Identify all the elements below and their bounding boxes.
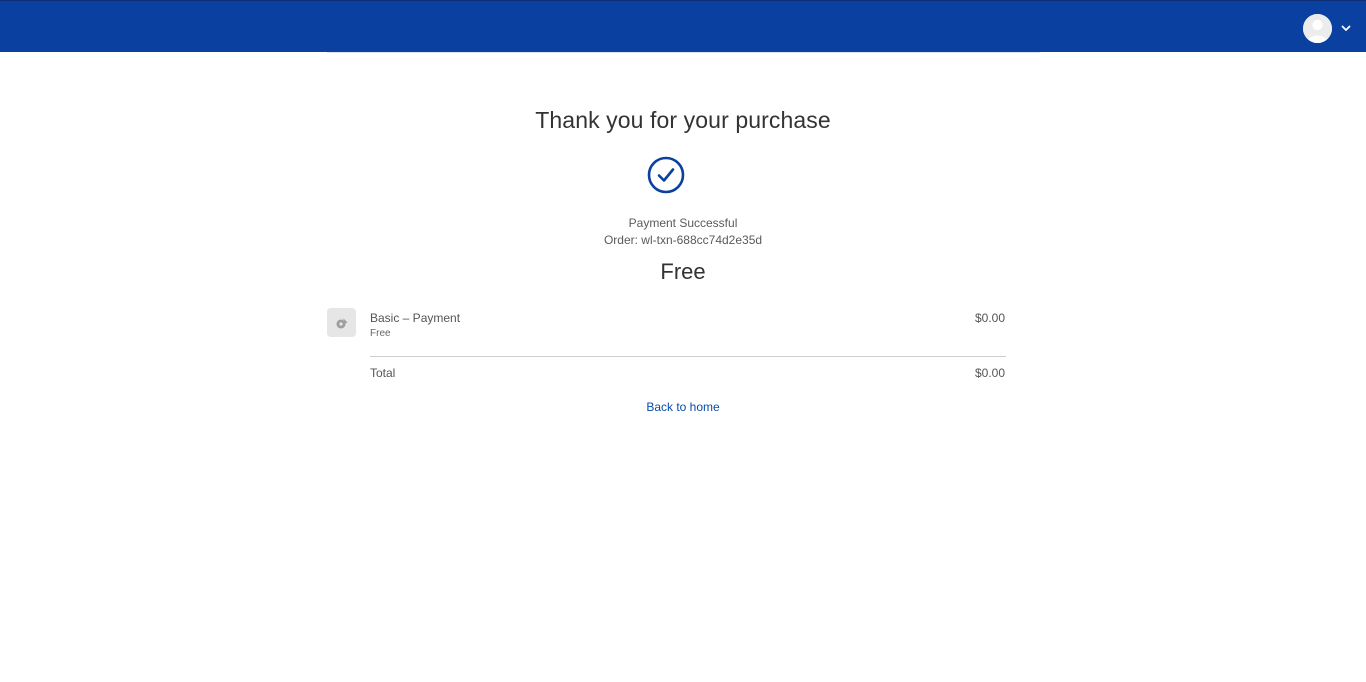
page-title: Thank you for your purchase — [535, 107, 831, 133]
product-placeholder-icon — [327, 308, 356, 337]
price-label: Free — [660, 259, 706, 284]
chevron-down-icon[interactable] — [1340, 22, 1352, 34]
total-value: $0.00 — [974, 366, 1005, 380]
payment-status-text: Payment Successful — [628, 216, 738, 230]
back-link-container: Back to home — [0, 400, 1366, 414]
header-divider — [327, 52, 1040, 53]
item-price: $0.00 — [974, 311, 1005, 325]
user-avatar-icon[interactable] — [1303, 13, 1332, 43]
item-subtitle: Free — [370, 328, 391, 339]
summary-divider — [370, 356, 1006, 357]
back-to-home-link[interactable]: Back to home — [646, 400, 719, 414]
order-id-text: Order: wl-txn-688cc74d2e35d — [603, 233, 763, 247]
user-menu[interactable] — [1303, 13, 1352, 43]
check-circle-icon — [647, 156, 685, 194]
item-name: Basic – Payment — [370, 311, 461, 325]
top-navigation-bar — [0, 0, 1366, 52]
total-label: Total — [370, 366, 396, 380]
